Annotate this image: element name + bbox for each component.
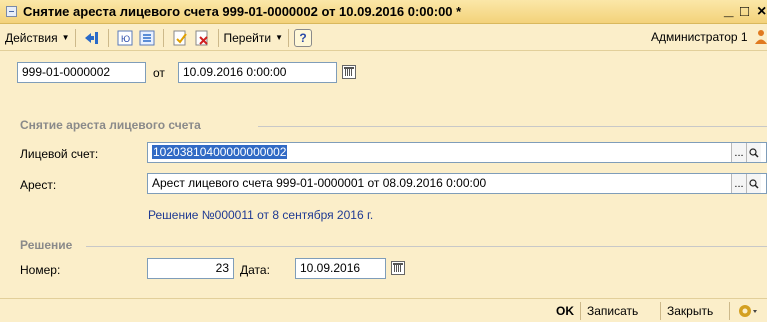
date-label: Дата:: [240, 263, 270, 277]
chevron-down-icon: ▼: [275, 33, 283, 42]
search-icon[interactable]: [746, 174, 761, 193]
select-account-button[interactable]: ...: [731, 143, 746, 162]
arrest-input[interactable]: Арест лицевого счета 999-01-0000001 от 0…: [147, 173, 767, 194]
structure-icon[interactable]: [138, 29, 156, 47]
account-label: Лицевой счет:: [20, 147, 99, 161]
window-title: Снятие ареста лицевого счета 999-01-0000…: [23, 4, 462, 19]
footer-separator: [580, 302, 581, 320]
calendar-icon[interactable]: [342, 65, 356, 79]
post-document-icon[interactable]: [171, 29, 189, 47]
group-divider: [86, 246, 767, 247]
group-divider: [258, 126, 767, 127]
user-name: Администратор 1: [651, 30, 748, 44]
document-date-input[interactable]: 10.09.2016 0:00:00: [178, 62, 337, 83]
group-title-decision: Решение: [20, 238, 73, 252]
toolbar-separator: [217, 28, 219, 47]
footer-separator: [729, 302, 730, 320]
decision-link[interactable]: Решение №000011 от 8 сентября 2016 г.: [148, 208, 373, 222]
toolbar-separator: [287, 28, 289, 47]
search-icon[interactable]: [746, 143, 761, 162]
ok-button[interactable]: OK: [556, 304, 574, 318]
help-button[interactable]: ?: [293, 28, 312, 47]
save-button[interactable]: Записать: [587, 304, 638, 318]
actions-menu[interactable]: Действия ▼: [5, 31, 70, 45]
account-value: 10203810400000000002: [152, 145, 288, 159]
toolbar-separator: [74, 28, 76, 47]
maximize-button[interactable]: □: [740, 2, 749, 22]
refresh-icon[interactable]: Ю: [116, 29, 134, 47]
enter-icon[interactable]: [83, 29, 101, 47]
toolbar-separator: [107, 28, 109, 47]
calendar-icon[interactable]: [391, 261, 405, 275]
document-number-input[interactable]: 999-01-0000002: [17, 62, 146, 83]
actions-menu-label: Действия: [5, 30, 58, 45]
minimize-button[interactable]: _: [724, 0, 733, 20]
document-form: 999-01-0000002 от 10.09.2016 0:00:00 Сня…: [0, 52, 767, 297]
group-title-main: Снятие ареста лицевого счета: [20, 118, 201, 132]
number-label: Номер:: [20, 263, 61, 277]
svg-text:Ю: Ю: [121, 34, 130, 44]
user-icon: [755, 29, 767, 45]
chevron-down-icon: ▼: [61, 33, 70, 42]
footer-separator: [660, 302, 661, 320]
toolbar-separator: [162, 28, 164, 47]
select-arrest-button[interactable]: ...: [731, 174, 746, 193]
account-input[interactable]: 10203810400000000002: [147, 142, 767, 163]
settings-icon[interactable]: [737, 303, 759, 322]
unpost-document-icon[interactable]: [193, 29, 211, 47]
decision-date-input[interactable]: 10.09.2016: [295, 258, 386, 279]
close-button[interactable]: Закрыть: [667, 304, 713, 318]
decision-number-input[interactable]: 23: [147, 258, 234, 279]
footer-bar: OK Записать Закрыть: [0, 298, 767, 322]
goto-menu[interactable]: Перейти ▼: [224, 31, 283, 45]
close-window-button[interactable]: ×: [757, 2, 766, 22]
toolbar: Действия ▼ Ю Перейти ▼ ? Администратор 1: [0, 25, 767, 51]
arrest-label: Арест:: [20, 178, 57, 192]
window-icon: [6, 6, 17, 17]
goto-menu-label: Перейти: [223, 30, 272, 45]
title-bar: Снятие ареста лицевого счета 999-01-0000…: [0, 0, 767, 24]
from-label: от: [153, 66, 165, 80]
